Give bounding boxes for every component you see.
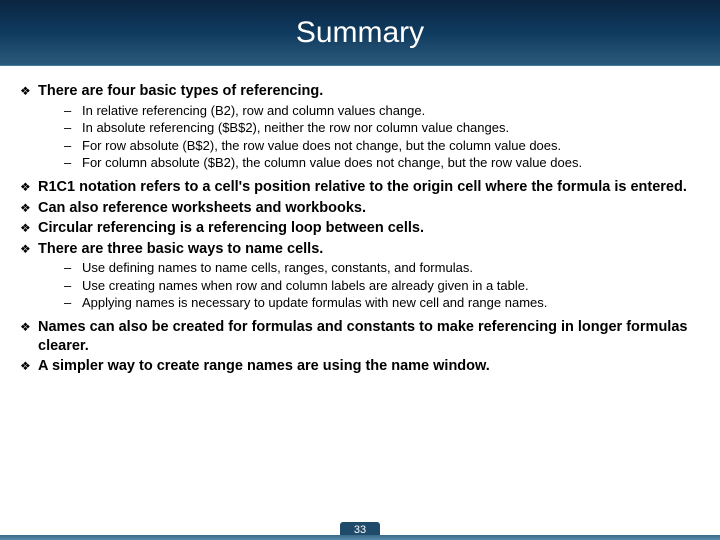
sub-bullet-text: Use creating names when row and column l… xyxy=(82,278,529,295)
sub-bullet-text: For column absolute ($B2), the column va… xyxy=(82,155,582,172)
diamond-bullet-icon: ❖ xyxy=(20,240,38,259)
bullet-text: R1C1 notation refers to a cell's positio… xyxy=(38,178,700,197)
dash-bullet-icon: – xyxy=(64,278,82,295)
dash-bullet-icon: – xyxy=(64,120,82,137)
dash-bullet-icon: – xyxy=(64,155,82,172)
list-item: ❖ There are three basic ways to name cel… xyxy=(20,240,700,259)
sub-bullet-text: In absolute referencing ($B$2), neither … xyxy=(82,120,509,137)
list-item: ❖ Circular referencing is a referencing … xyxy=(20,219,700,238)
list-item: – Applying names is necessary to update … xyxy=(64,295,700,312)
footer-bar xyxy=(0,535,720,540)
list-item: – In relative referencing (B2), row and … xyxy=(64,103,700,120)
diamond-bullet-icon: ❖ xyxy=(20,178,38,197)
bullet-text: Can also reference worksheets and workbo… xyxy=(38,199,700,218)
sub-list: – In relative referencing (B2), row and … xyxy=(64,103,700,173)
sub-list: – Use defining names to name cells, rang… xyxy=(64,260,700,312)
list-item: ❖ There are four basic types of referenc… xyxy=(20,82,700,101)
diamond-bullet-icon: ❖ xyxy=(20,199,38,218)
diamond-bullet-icon: ❖ xyxy=(20,82,38,101)
list-item: – For row absolute (B$2), the row value … xyxy=(64,138,700,155)
sub-bullet-text: For row absolute (B$2), the row value do… xyxy=(82,138,561,155)
list-item: ❖ Can also reference worksheets and work… xyxy=(20,199,700,218)
diamond-bullet-icon: ❖ xyxy=(20,219,38,238)
list-item: ❖ A simpler way to create range names ar… xyxy=(20,357,700,376)
dash-bullet-icon: – xyxy=(64,103,82,120)
bullet-text: There are four basic types of referencin… xyxy=(38,82,700,101)
slide-content: ❖ There are four basic types of referenc… xyxy=(0,66,720,512)
slide-title: Summary xyxy=(296,16,424,50)
dash-bullet-icon: – xyxy=(64,260,82,277)
sub-bullet-text: Applying names is necessary to update fo… xyxy=(82,295,547,312)
bullet-text: A simpler way to create range names are … xyxy=(38,357,700,376)
dash-bullet-icon: – xyxy=(64,138,82,155)
list-item: – For column absolute ($B2), the column … xyxy=(64,155,700,172)
bullet-text: There are three basic ways to name cells… xyxy=(38,240,700,259)
list-item: – Use creating names when row and column… xyxy=(64,278,700,295)
sub-bullet-text: Use defining names to name cells, ranges… xyxy=(82,260,473,277)
diamond-bullet-icon: ❖ xyxy=(20,357,38,376)
list-item: ❖ Names can also be created for formulas… xyxy=(20,318,700,355)
slide: Summary ❖ There are four basic types of … xyxy=(0,0,720,540)
list-item: – In absolute referencing ($B$2), neithe… xyxy=(64,120,700,137)
bullet-text: Names can also be created for formulas a… xyxy=(38,318,700,355)
bullet-text: Circular referencing is a referencing lo… xyxy=(38,219,700,238)
sub-bullet-text: In relative referencing (B2), row and co… xyxy=(82,103,425,120)
list-item: – Use defining names to name cells, rang… xyxy=(64,260,700,277)
slide-header: Summary xyxy=(0,0,720,66)
dash-bullet-icon: – xyxy=(64,295,82,312)
diamond-bullet-icon: ❖ xyxy=(20,318,38,355)
slide-footer: 33 xyxy=(0,512,720,540)
list-item: ❖ R1C1 notation refers to a cell's posit… xyxy=(20,178,700,197)
